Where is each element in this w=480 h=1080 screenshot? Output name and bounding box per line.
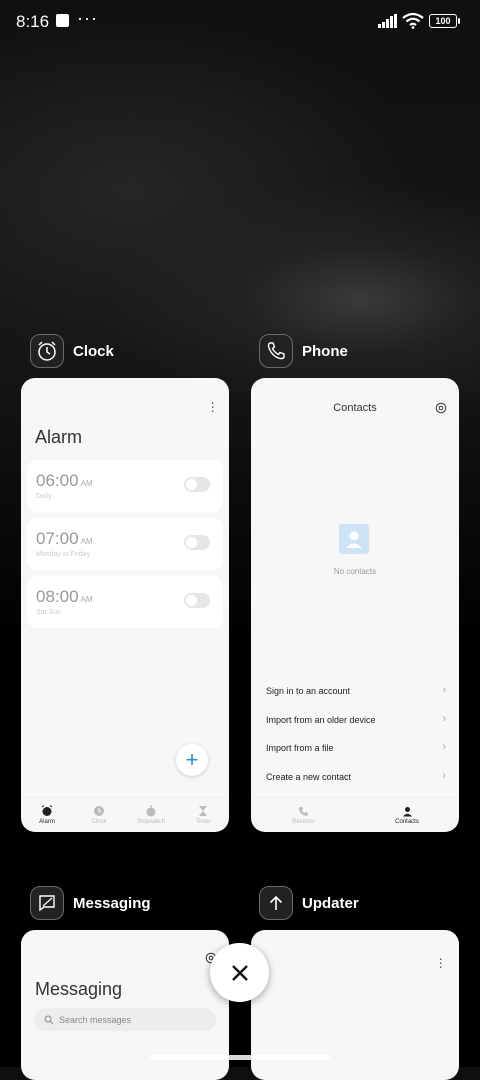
alarm-ampm: AM bbox=[80, 537, 93, 546]
updater-app-icon[interactable] bbox=[259, 886, 293, 920]
person-icon bbox=[402, 806, 412, 816]
row-label: Import from a file bbox=[266, 743, 334, 753]
create-contact-row[interactable]: Create a new contact › bbox=[266, 770, 446, 782]
add-alarm-button[interactable]: + bbox=[176, 744, 208, 776]
sign-in-account-row[interactable]: Sign in to an account › bbox=[266, 684, 446, 696]
status-time: 8:16 bbox=[16, 12, 50, 31]
phone-handset-icon bbox=[267, 342, 285, 360]
alarm-repeat: Monday to Friday bbox=[36, 551, 91, 558]
nav-label: Stopwatch bbox=[136, 819, 166, 825]
row-label: Sign in to an account bbox=[266, 686, 351, 696]
chevron-right-icon: › bbox=[442, 741, 446, 753]
chevron-right-icon: › bbox=[442, 713, 446, 725]
message-bubble-icon bbox=[39, 895, 55, 912]
alarm-repeat: Sat Sun bbox=[36, 609, 61, 616]
alarm-time: 07:00 bbox=[36, 529, 79, 548]
alarm-item[interactable]: 07:00 AM Monday to Friday bbox=[27, 518, 223, 570]
alarm-item[interactable]: 08:00 AM Sat Sun bbox=[27, 576, 223, 628]
alarm-toggle[interactable] bbox=[184, 593, 210, 608]
nav-recents[interactable]: Recents bbox=[251, 798, 355, 832]
alarm-toggle[interactable] bbox=[184, 477, 210, 492]
clock-bottom-nav: Alarm Clock Stopwatch Timer bbox=[21, 797, 229, 832]
alarm-ampm: AM bbox=[80, 595, 93, 604]
stopwatch-icon bbox=[146, 805, 156, 817]
nav-alarm[interactable]: Alarm bbox=[21, 798, 73, 832]
updater-app-name: Updater bbox=[302, 894, 359, 912]
alarm-title: Alarm bbox=[35, 427, 83, 447]
nav-contacts[interactable]: Contacts bbox=[355, 798, 459, 832]
alarm-time: 06:00 bbox=[36, 471, 79, 490]
home-indicator[interactable] bbox=[150, 1055, 330, 1060]
chevron-right-icon: › bbox=[442, 770, 446, 782]
clear-all-button[interactable] bbox=[210, 943, 269, 1002]
more-options-icon[interactable]: · · · bbox=[438, 951, 443, 973]
import-file-row[interactable]: Import from a file › bbox=[266, 741, 446, 753]
nav-label: Clock bbox=[91, 819, 107, 825]
more-notifications-icon: ··· bbox=[77, 8, 98, 28]
chevron-right-icon: › bbox=[442, 684, 446, 696]
phone-icon bbox=[298, 806, 308, 816]
notification-square-icon bbox=[56, 14, 69, 27]
row-label: Import from an older device bbox=[266, 715, 376, 725]
hourglass-icon bbox=[199, 806, 207, 816]
search-placeholder: Search messages bbox=[59, 1014, 132, 1025]
search-messages-input[interactable]: Search messages bbox=[34, 1008, 216, 1031]
clock-app-icon[interactable] bbox=[30, 334, 64, 368]
phone-app-icon[interactable] bbox=[259, 334, 293, 368]
empty-state-text: No contacts bbox=[333, 567, 377, 576]
messaging-app-icon[interactable] bbox=[30, 886, 64, 920]
nav-label: Recents bbox=[291, 818, 314, 825]
status-bar: 8:16 ··· 100 bbox=[0, 0, 480, 44]
messaging-app-header[interactable]: Messaging bbox=[30, 885, 151, 921]
phone-app-card[interactable]: Contacts No contacts Sign in to an accou… bbox=[251, 378, 459, 832]
battery-icon: 100 bbox=[429, 14, 460, 28]
settings-gear-icon[interactable] bbox=[435, 402, 447, 414]
alarm-clock-icon bbox=[38, 341, 56, 361]
clock-app-name: Clock bbox=[73, 342, 114, 360]
alarm-item[interactable]: 06:00 AM Daily bbox=[27, 460, 223, 512]
nav-label: Timer bbox=[195, 819, 211, 825]
alarm-icon bbox=[41, 805, 53, 816]
phone-app-header[interactable]: Phone bbox=[259, 333, 348, 369]
messaging-title: Messaging bbox=[35, 979, 123, 999]
clock-app-card[interactable]: · · · Alarm 06:00 AM Daily 07:00 AM Monday t… bbox=[21, 378, 229, 832]
messaging-app-name: Messaging bbox=[73, 894, 151, 912]
phone-bottom-nav: Recents Contacts bbox=[251, 797, 459, 832]
more-options-icon[interactable]: · · · bbox=[210, 395, 215, 417]
nav-label: Alarm bbox=[39, 819, 55, 825]
nav-stopwatch[interactable]: Stopwatch bbox=[125, 798, 177, 832]
nav-label: Contacts bbox=[395, 818, 419, 825]
alarm-repeat: Daily bbox=[36, 493, 52, 500]
signal-icon bbox=[378, 14, 397, 28]
phone-app-name: Phone bbox=[302, 342, 348, 360]
alarm-time: 08:00 bbox=[36, 587, 79, 606]
row-label: Create a new contact bbox=[266, 772, 352, 782]
wifi-icon bbox=[402, 12, 424, 29]
nav-clock[interactable]: Clock bbox=[73, 798, 125, 832]
contact-card-icon bbox=[339, 524, 369, 554]
search-icon bbox=[44, 1015, 54, 1024]
close-icon bbox=[231, 964, 248, 981]
alarm-ampm: AM bbox=[80, 479, 93, 488]
updater-app-header[interactable]: Updater bbox=[259, 885, 359, 921]
nav-timer[interactable]: Timer bbox=[177, 798, 229, 832]
arrow-up-icon bbox=[269, 895, 283, 910]
alarm-toggle[interactable] bbox=[184, 535, 210, 550]
clock-app-header[interactable]: Clock bbox=[30, 333, 114, 369]
contacts-title: Contacts bbox=[333, 402, 377, 414]
clock-icon bbox=[94, 806, 104, 816]
import-older-device-row[interactable]: Import from an older device › bbox=[266, 713, 446, 725]
